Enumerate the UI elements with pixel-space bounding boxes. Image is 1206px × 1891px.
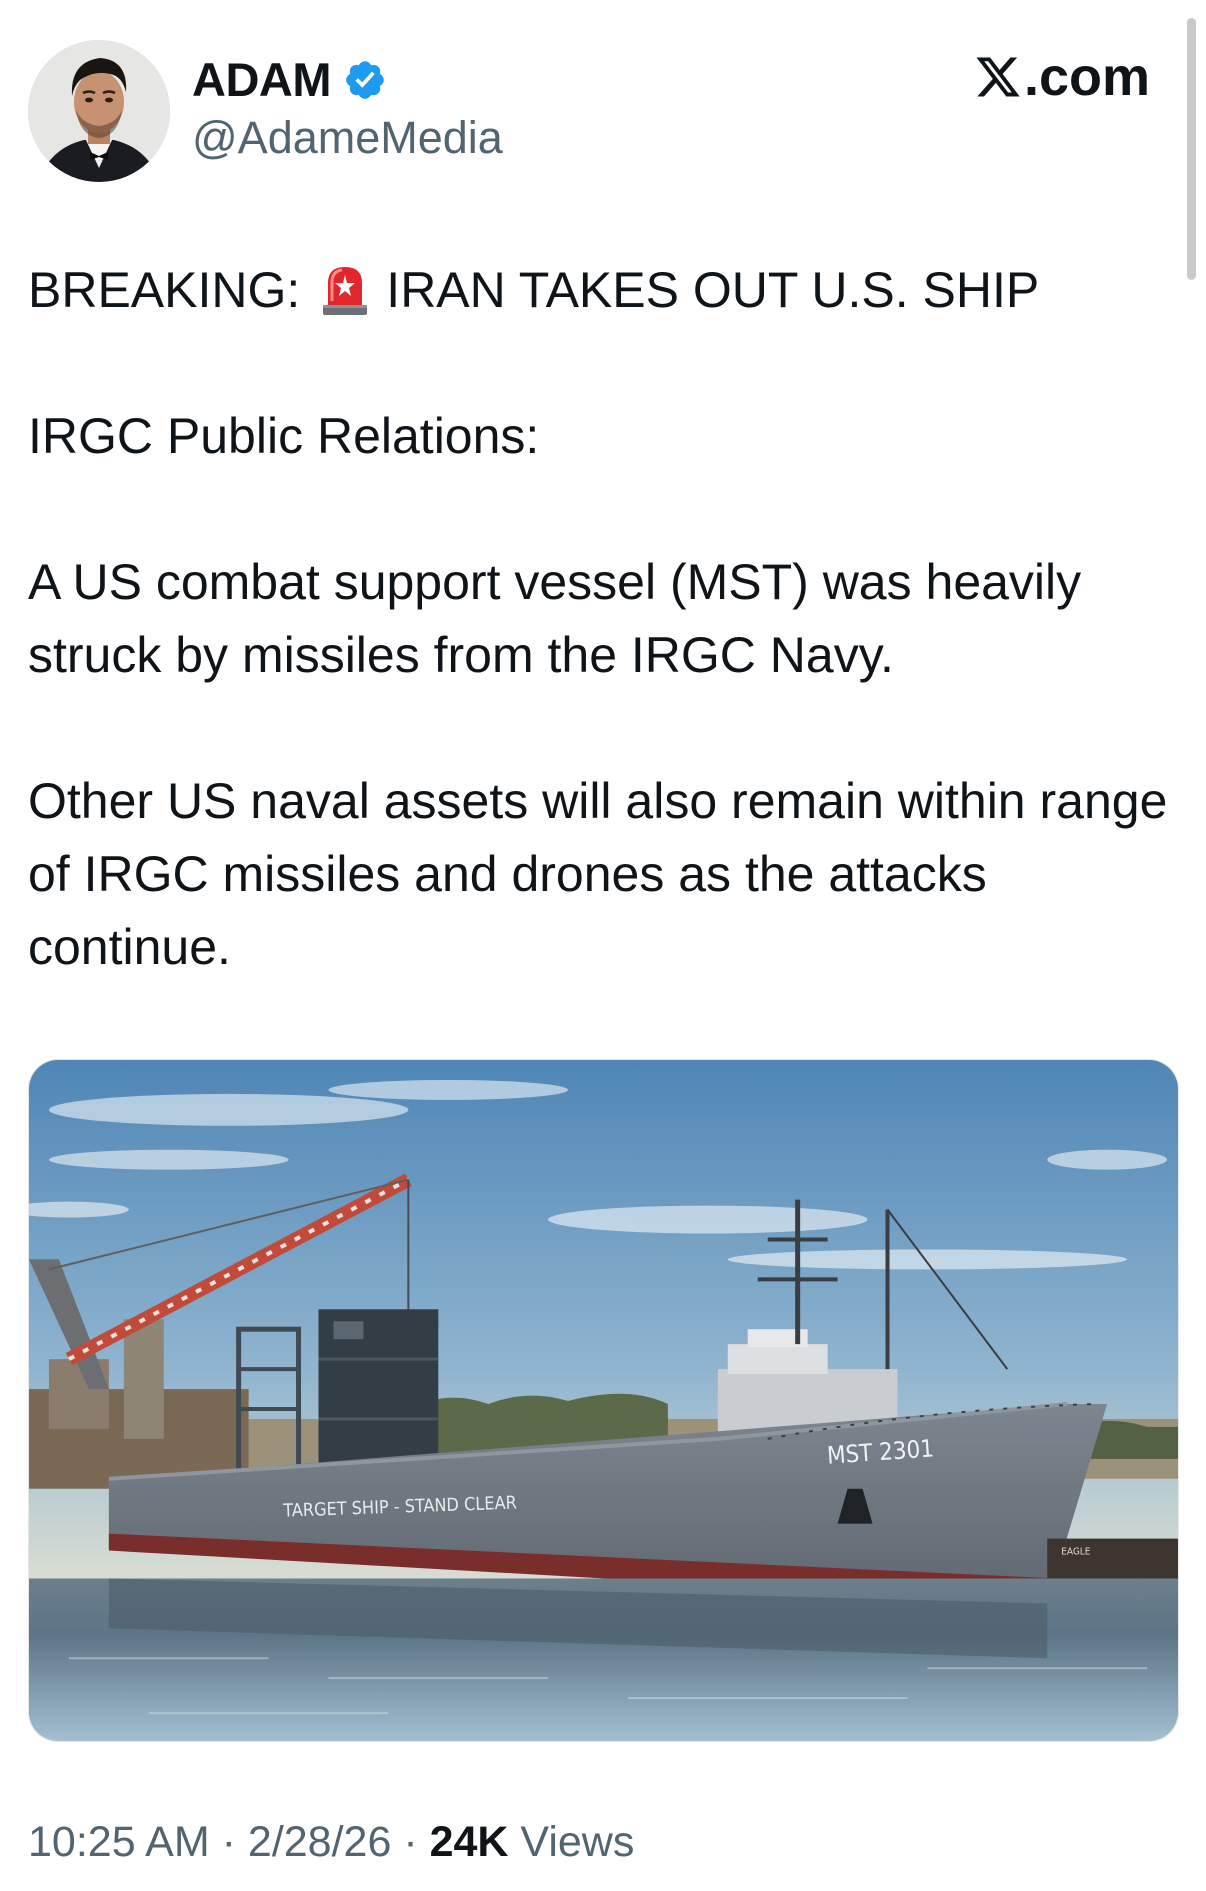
tweet-time[interactable]: 10:25 AM — [28, 1818, 210, 1866]
meta-separator: · — [391, 1818, 430, 1866]
author-display-name[interactable]: ADAM — [192, 52, 331, 107]
tweet-breaking-label: BREAKING: — [28, 262, 301, 318]
x-logo-icon — [976, 57, 1020, 97]
verified-badge-icon — [346, 60, 384, 99]
tweet-media-image[interactable]: TARGET SHIP - STAND CLEAR MST 2301 EAGLE — [28, 1059, 1179, 1742]
meta-separator: · — [209, 1818, 248, 1866]
x-brand: .com — [974, 46, 1150, 108]
brand-domain: .com — [1023, 47, 1150, 107]
avatar[interactable] — [28, 40, 170, 182]
tweet-screenshot: ADAM @AdameMedia .com BREAKING: IRAN TAK… — [0, 0, 1206, 1891]
tweet-line-strike: A US combat support vessel (MST) was hea… — [28, 554, 1082, 683]
tweet-line-warning: Other US naval assets will also remain w… — [28, 773, 1168, 975]
scrollbar[interactable] — [1187, 18, 1196, 280]
rotating-light-icon — [323, 267, 368, 315]
tweet-date[interactable]: 2/28/26 — [248, 1818, 391, 1866]
views-label: Views — [508, 1818, 635, 1866]
barge-label: EAGLE — [1061, 1547, 1091, 1558]
author-handle[interactable]: @AdameMedia — [192, 112, 503, 164]
tweet-text: BREAKING: IRAN TAKES OUT U.S. SHIP IRGC … — [28, 254, 1178, 984]
views-count[interactable]: 24K — [430, 1818, 509, 1866]
tweet-meta: 10:25 AM · 2/28/26 · 24K Views — [28, 1818, 634, 1867]
ship-photo: TARGET SHIP - STAND CLEAR MST 2301 EAGLE — [29, 1060, 1178, 1741]
author-name-row[interactable]: ADAM — [192, 52, 387, 107]
tweet-line-source: IRGC Public Relations: — [28, 408, 540, 464]
tweet-headline: IRAN TAKES OUT U.S. SHIP — [386, 262, 1040, 318]
avatar-photo — [28, 40, 170, 182]
tweet-line-breaking: BREAKING: IRAN TAKES OUT U.S. SHIP — [28, 254, 1178, 327]
